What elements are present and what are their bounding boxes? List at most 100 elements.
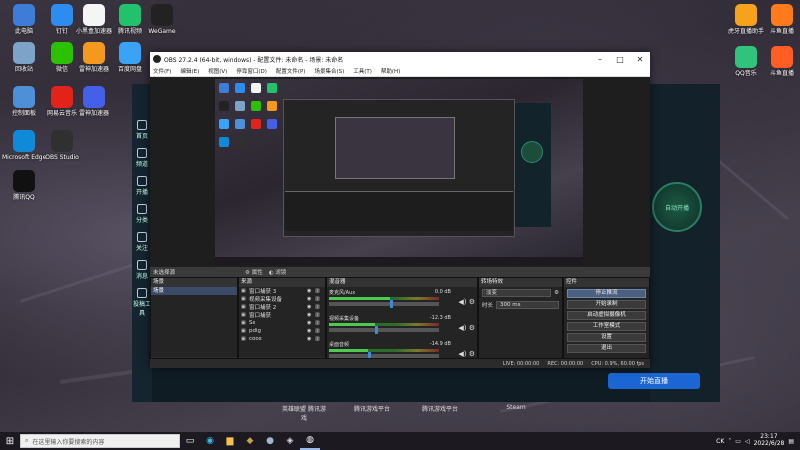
- channel-settings-icon[interactable]: ⚙: [469, 298, 475, 306]
- preview-desktop-icon: [235, 101, 245, 111]
- desktop-icon[interactable]: WeGame: [140, 4, 184, 35]
- speaker-icon[interactable]: ◀): [458, 298, 466, 306]
- source-item[interactable]: ▣ coos ◉ ▥: [239, 335, 325, 343]
- scene-item[interactable]: 场景: [151, 287, 237, 295]
- visibility-eye-icon[interactable]: ◉: [307, 312, 315, 318]
- obs-preview-area[interactable]: [150, 77, 650, 267]
- sidebar-item[interactable]: 投稿工具: [132, 288, 152, 317]
- menu-item[interactable]: 场景集合(S): [314, 67, 344, 75]
- visibility-eye-icon[interactable]: ◉: [307, 296, 315, 302]
- source-item[interactable]: ▣ pdig ◉ ▥: [239, 327, 325, 335]
- desktop-icon[interactable]: 百度网盘: [108, 42, 152, 73]
- obs-taskbar-icon[interactable]: ◍: [300, 432, 320, 450]
- file-explorer-icon[interactable]: ▆: [220, 432, 240, 450]
- menu-item[interactable]: 帮助(H): [381, 67, 400, 75]
- volume-meter: [329, 297, 439, 300]
- start-broadcast-button[interactable]: 开始直播: [608, 373, 700, 389]
- visibility-eye-icon[interactable]: ◉: [307, 288, 315, 294]
- tray-up-arrow-icon[interactable]: ˄: [728, 438, 731, 445]
- lock-icon[interactable]: ▥: [315, 312, 323, 318]
- control-button[interactable]: 设置: [567, 333, 646, 342]
- desktop-icon-label[interactable]: 腾讯游戏平台: [418, 404, 462, 413]
- visibility-eye-icon[interactable]: ◉: [307, 320, 315, 326]
- sidebar-item[interactable]: 分类: [132, 204, 152, 224]
- visibility-eye-icon[interactable]: ◉: [307, 336, 315, 342]
- notification-icon[interactable]: ▤: [788, 438, 794, 445]
- desktop-icon[interactable]: OBS Studio: [40, 130, 84, 161]
- edge-taskbar-icon[interactable]: ◉: [200, 432, 220, 450]
- lock-icon[interactable]: ▥: [315, 328, 323, 334]
- menu-item[interactable]: 配置文件(P): [276, 67, 306, 75]
- menu-item[interactable]: 停靠窗口(D): [236, 67, 267, 75]
- volume-slider[interactable]: [329, 326, 439, 334]
- source-item[interactable]: ▣ 窗口捕获 ◉ ▥: [239, 311, 325, 319]
- desktop-icon-label: 腾讯QQ: [13, 194, 35, 201]
- channel-settings-icon[interactable]: ⚙: [469, 324, 475, 332]
- control-button[interactable]: 开始录制: [567, 300, 646, 309]
- source-item[interactable]: ▣ 窗口捕获 2 ◉ ▥: [239, 303, 325, 311]
- volume-slider-knob[interactable]: [375, 326, 379, 334]
- sidebar-item[interactable]: 开播: [132, 176, 152, 196]
- control-button[interactable]: 退出: [567, 344, 646, 353]
- volume-slider[interactable]: [329, 300, 439, 308]
- volume-slider-knob[interactable]: [389, 300, 393, 308]
- menu-item[interactable]: 文件(F): [153, 67, 171, 75]
- taskbar-search-input[interactable]: ⌕ 在这里输入你要搜索的内容: [20, 434, 180, 448]
- clock[interactable]: 23:17 2022/6/28: [753, 433, 785, 448]
- maximize-icon[interactable]: □: [610, 52, 630, 66]
- task-view-icon[interactable]: ▭: [180, 432, 200, 450]
- desktop-icon[interactable]: 雷神加速器: [72, 86, 116, 117]
- desktop-icon-label[interactable]: 英雄联盟 腾讯游戏: [282, 404, 326, 422]
- sidebar-item[interactable]: 消息: [132, 260, 152, 280]
- source-item[interactable]: ▣ Ss ◉ ▥: [239, 319, 325, 327]
- duration-label: 时长: [482, 303, 494, 309]
- network-icon[interactable]: ▭: [735, 438, 741, 445]
- source-item[interactable]: ▣ 视频采集设备 ◉ ▥: [239, 295, 325, 303]
- control-button[interactable]: 停止推流: [567, 289, 646, 298]
- wechat-icon: [51, 42, 73, 64]
- filters-tab[interactable]: ◐ 滤镜: [269, 268, 287, 276]
- sidebar-item[interactable]: 关注: [132, 232, 152, 252]
- lock-icon[interactable]: ▥: [315, 336, 323, 342]
- desktop-icon-label[interactable]: Steam: [494, 404, 538, 411]
- source-item[interactable]: ▣ 窗口捕获 3 ◉ ▥: [239, 287, 325, 295]
- control-button[interactable]: 启动虚拟摄像机: [567, 311, 646, 320]
- sidebar-item[interactable]: 频道: [132, 148, 152, 168]
- close-icon[interactable]: ✕: [630, 52, 650, 66]
- desktop-icon[interactable]: 斗鱼直播: [760, 4, 800, 35]
- sidebar-item-label: 消息: [135, 273, 148, 280]
- speaker-icon[interactable]: ◀): [458, 324, 466, 332]
- menu-item[interactable]: 视图(V): [208, 67, 227, 75]
- transition-select[interactable]: 淡变: [482, 289, 552, 297]
- visibility-eye-icon[interactable]: ◉: [307, 328, 315, 334]
- transition-settings-icon[interactable]: ⚙: [554, 290, 559, 296]
- clock-date: 2022/6/28: [753, 440, 785, 447]
- sidebar-item[interactable]: 首页: [132, 120, 152, 140]
- channel-settings-icon[interactable]: ⚙: [469, 350, 475, 358]
- lock-icon[interactable]: ▥: [315, 320, 323, 326]
- menu-item[interactable]: 编辑(E): [180, 67, 199, 75]
- desktop-icon[interactable]: 腾讯QQ: [2, 170, 46, 201]
- obs-title-bar[interactable]: OBS 27.2.4 (64-bit, windows) - 配置文件: 未命名…: [150, 52, 650, 66]
- properties-tab[interactable]: ⚙ 属性: [245, 268, 263, 276]
- auto-broadcast-circle[interactable]: 自动开播: [652, 182, 702, 232]
- desktop-icon-label[interactable]: 腾讯游戏平台: [350, 404, 394, 413]
- game-app-icon[interactable]: ◆: [240, 432, 260, 450]
- volume-icon[interactable]: ◁: [745, 438, 750, 445]
- menu-item[interactable]: 工具(T): [353, 67, 372, 75]
- wegame-taskbar-icon[interactable]: ◈: [280, 432, 300, 450]
- windows-start-icon[interactable]: ⊞: [0, 432, 20, 450]
- source-name: 窗口捕获 2: [249, 305, 277, 311]
- source-name: 视频采集设备: [249, 297, 283, 303]
- tray-ime-text[interactable]: CK: [716, 438, 724, 445]
- desktop-icon[interactable]: 斗鱼直播: [760, 46, 800, 77]
- control-button[interactable]: 工作室模式: [567, 322, 646, 331]
- minimize-icon[interactable]: –: [590, 52, 610, 66]
- speaker-icon[interactable]: ◀): [458, 350, 466, 358]
- lock-icon[interactable]: ▥: [315, 304, 323, 310]
- steam-icon[interactable]: ●: [260, 432, 280, 450]
- duration-input[interactable]: 300 ms: [496, 301, 559, 309]
- lock-icon[interactable]: ▥: [315, 288, 323, 294]
- lock-icon[interactable]: ▥: [315, 296, 323, 302]
- visibility-eye-icon[interactable]: ◉: [307, 304, 315, 310]
